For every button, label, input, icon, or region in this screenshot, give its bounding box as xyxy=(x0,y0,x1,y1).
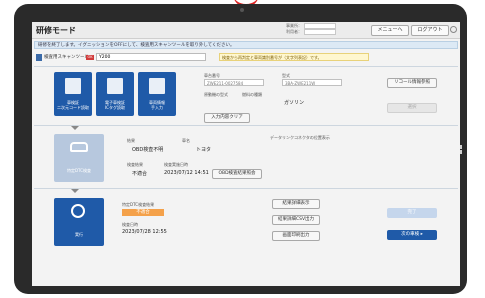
manual-input-label: 車両情報 手入力 xyxy=(149,100,165,110)
ic-tag-read-tile[interactable]: 電子車検証 ICタグ読取 xyxy=(96,72,134,116)
result-csv-button[interactable]: 結果詳細CSV出力 xyxy=(272,215,320,225)
qr-read-label: 車検証 二次元コード読取 xyxy=(57,100,89,110)
divider xyxy=(34,125,458,126)
model-field[interactable]: 3BA-ZWE211W xyxy=(282,79,342,86)
judge-value: 不適合 xyxy=(132,171,148,177)
clear-input-button[interactable]: 入力内容クリア xyxy=(204,113,250,123)
office-label: 事業所： xyxy=(286,23,302,28)
scan-tool-label: 検査用スキャンツール xyxy=(44,55,89,60)
divider xyxy=(34,188,458,189)
maker-value: トヨタ xyxy=(196,147,212,153)
final-date-label: 検査日時 xyxy=(122,222,138,227)
dlc-position-label: データリンクコネクタの位置表示 xyxy=(270,135,330,140)
final-status-label: 特定DTC検査結果 xyxy=(122,202,155,207)
fuel-value: ガソリン xyxy=(284,100,305,106)
obd-detail-button[interactable]: OBD検査結果照会 xyxy=(212,169,262,179)
keyboard-icon xyxy=(149,78,165,94)
maker-label: 車名 xyxy=(182,138,190,143)
final-status-badge: 不適合 xyxy=(122,209,164,216)
menu-button[interactable]: メニューへ xyxy=(371,25,409,36)
page-title: 研修モード xyxy=(36,26,76,35)
chassis-field[interactable]: ZWE211-0027584 xyxy=(204,79,264,86)
obd-tile-label: 特定DTC検査 xyxy=(66,168,92,173)
chevron-down-icon xyxy=(71,126,79,130)
scan-tool-row: 検査用スキャンツール OK Y200 検査から再判定と車両識別番号が（文字列表記… xyxy=(34,53,458,63)
scan-warning: 検査から再判定と車両識別番号が（文字列表記）です。 xyxy=(219,53,369,61)
qr-read-tile[interactable]: 車検証 二次元コード読取 xyxy=(54,72,92,116)
judge-label: 検査結果 xyxy=(127,162,143,167)
app-screen: 研修モード 事業所： 利用者： メニューへ ログアウト 研修を終了します。イグニ… xyxy=(32,22,460,286)
logout-button[interactable]: ログアウト xyxy=(411,25,449,36)
scan-tool-icon xyxy=(36,54,42,61)
obd-date-value: 2023/07/12 14:51 xyxy=(164,170,209,176)
account-info: 事業所： 利用者： xyxy=(286,23,336,35)
camera-icon xyxy=(240,8,244,12)
scan-tool-select[interactable]: Y200 xyxy=(96,53,206,61)
print-screen-button[interactable]: 画面印刷出力 xyxy=(272,231,320,241)
car-icon xyxy=(70,142,88,152)
scan-status-badge: OK xyxy=(86,55,94,60)
divider xyxy=(34,66,458,67)
notice-banner: 研修を終了します。イグニッションをOFFにして、検査用スキャンツールを取り外して… xyxy=(34,41,458,49)
final-date-value: 2023/07/28 12:55 xyxy=(122,229,167,235)
obd-date-label: 検査実施日時 xyxy=(164,162,188,167)
result-detail-button[interactable]: 結果詳細表示 xyxy=(272,199,320,209)
user-value xyxy=(304,29,336,35)
obd-result-value: OBD検査不明 xyxy=(132,147,164,153)
obd-check-tile: 特定DTC検査 xyxy=(54,134,104,182)
qr-code-icon xyxy=(65,78,81,94)
final-check-tile: 実行 xyxy=(54,198,104,246)
obd-result-label: 結果 xyxy=(127,138,135,143)
manual-input-tile[interactable]: 車両情報 手入力 xyxy=(138,72,176,116)
confirm-button[interactable]: 選択 xyxy=(387,103,437,113)
user-label: 利用者： xyxy=(286,29,302,34)
check-circle-icon xyxy=(71,204,85,218)
next-inspection-button[interactable]: 次の車検 ▸ xyxy=(387,230,437,240)
recall-info-button[interactable]: リコール情報参照 xyxy=(387,78,437,88)
fuel-label: 燃料の種類 xyxy=(242,92,262,97)
ic-card-icon xyxy=(107,78,123,94)
chevron-down-icon xyxy=(71,189,79,193)
engine-label: 原動機の型式 xyxy=(204,92,228,97)
gear-icon[interactable] xyxy=(450,26,457,33)
top-bar: 研修モード 事業所： 利用者： メニューへ ログアウト xyxy=(32,22,460,39)
ic-tag-label: 電子車検証 ICタグ読取 xyxy=(105,100,125,110)
final-tile-label: 実行 xyxy=(75,232,83,237)
tablet-frame: 研修モード 事業所： 利用者： メニューへ ログアウト 研修を終了します。イグニ… xyxy=(14,4,467,294)
done-button[interactable]: 完了 xyxy=(387,208,437,218)
